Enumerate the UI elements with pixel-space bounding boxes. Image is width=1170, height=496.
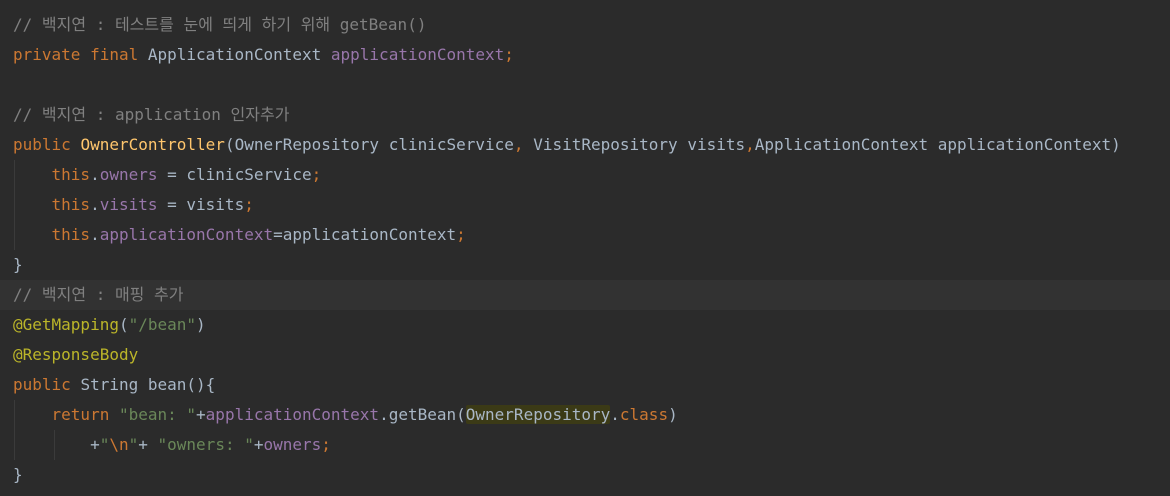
- field-name: visits: [99, 195, 158, 214]
- return-keyword: return: [51, 405, 119, 424]
- annotation: @GetMapping: [13, 315, 119, 334]
- code-line-6[interactable]: this.owners = clinicService;: [0, 160, 1170, 190]
- closing-brace: }: [13, 465, 23, 484]
- code-line-13[interactable]: public String bean(){: [0, 370, 1170, 400]
- indent-guide: [14, 160, 15, 190]
- string-quote: ": [99, 435, 110, 454]
- this-keyword: this: [51, 165, 91, 184]
- dot: .: [90, 225, 100, 244]
- field-name: applicationContext: [99, 225, 274, 244]
- keyword: public: [13, 375, 81, 394]
- param: ApplicationContext applicationContext): [754, 135, 1121, 154]
- escape-sequence: \n: [109, 435, 129, 454]
- assignment: = clinicService: [157, 165, 312, 184]
- code-line-16[interactable]: }: [0, 460, 1170, 490]
- code-line-4[interactable]: // 백지연 : application 인자추가: [0, 100, 1170, 130]
- this-keyword: this: [51, 195, 91, 214]
- semicolon: ;: [244, 195, 254, 214]
- method-signature-rest: (){: [186, 375, 216, 394]
- semicolon: ;: [321, 435, 331, 454]
- constructor-name: OwnerController: [80, 135, 225, 154]
- indent-guide: [14, 190, 15, 220]
- indent-guide: [14, 220, 15, 250]
- type-name: ApplicationContext: [147, 45, 331, 64]
- code-line-5[interactable]: public OwnerController(OwnerRepository c…: [0, 130, 1170, 160]
- dot: .: [90, 195, 100, 214]
- code-line-7[interactable]: this.visits = visits;: [0, 190, 1170, 220]
- code-line-1[interactable]: // 백지연 : 테스트를 눈에 띄게 하기 위해 getBean(): [0, 10, 1170, 40]
- field-name: applicationContext: [330, 45, 505, 64]
- string-literal: "owners: ": [157, 435, 254, 454]
- paren-close: ): [196, 315, 206, 334]
- plus-operator: +: [138, 435, 158, 454]
- code-line-2[interactable]: private final ApplicationContext applica…: [0, 40, 1170, 70]
- paren-close: ): [668, 405, 678, 424]
- comment: // 백지연 : application 인자추가: [13, 105, 290, 124]
- string-literal: "/bean": [128, 315, 197, 334]
- code-line-3[interactable]: [0, 70, 1170, 100]
- code-line-11[interactable]: @GetMapping("/bean"): [0, 310, 1170, 340]
- string-literal: "bean: ": [118, 405, 197, 424]
- field-name: owners: [263, 435, 322, 454]
- code-editor[interactable]: // 백지연 : 테스트를 눈에 띄게 하기 위해 getBean() priv…: [0, 10, 1170, 490]
- code-line-8[interactable]: this.applicationContext=applicationConte…: [0, 220, 1170, 250]
- highlighted-identifier[interactable]: OwnerRepository: [465, 405, 611, 424]
- indent-guide: [14, 400, 15, 430]
- keyword: private final: [13, 45, 148, 64]
- code-line-14[interactable]: return "bean: "+applicationContext.getBe…: [0, 400, 1170, 430]
- code-line-9[interactable]: }: [0, 250, 1170, 280]
- code-line-12[interactable]: @ResponseBody: [0, 340, 1170, 370]
- assignment: =applicationContext: [273, 225, 457, 244]
- comment: // 백지연 : 매핑 추가: [13, 285, 184, 304]
- field-name: applicationContext: [205, 405, 380, 424]
- method-name: bean: [147, 375, 187, 394]
- dot: .: [90, 165, 100, 184]
- assignment: = visits: [157, 195, 245, 214]
- class-keyword: class: [619, 405, 669, 424]
- indent-guide: [54, 430, 55, 460]
- semicolon: ;: [456, 225, 466, 244]
- plus-operator: +: [90, 435, 100, 454]
- semicolon: ;: [311, 165, 322, 184]
- plus-operator: +: [196, 405, 206, 424]
- field-name: owners: [99, 165, 158, 184]
- comma: ,: [745, 135, 755, 154]
- code-line-10-current[interactable]: // 백지연 : 매핑 추가: [0, 280, 1170, 310]
- type-name: String: [80, 375, 148, 394]
- method-call: .getBean(: [379, 405, 466, 424]
- annotation: @ResponseBody: [13, 345, 139, 364]
- param: VisitRepository visits: [533, 135, 746, 154]
- semicolon: ;: [504, 45, 514, 64]
- paren-open: (: [118, 315, 129, 334]
- indent-guide: [14, 430, 15, 460]
- dot: .: [610, 405, 620, 424]
- this-keyword: this: [51, 225, 91, 244]
- comma: ,: [513, 135, 534, 154]
- keyword: public: [13, 135, 81, 154]
- param: (OwnerRepository clinicService: [224, 135, 514, 154]
- closing-brace: }: [13, 255, 23, 274]
- string-quote: ": [128, 435, 139, 454]
- comment: // 백지연 : 테스트를 눈에 띄게 하기 위해 getBean(): [13, 15, 427, 34]
- code-line-15[interactable]: +"\n"+ "owners: "+owners;: [0, 430, 1170, 460]
